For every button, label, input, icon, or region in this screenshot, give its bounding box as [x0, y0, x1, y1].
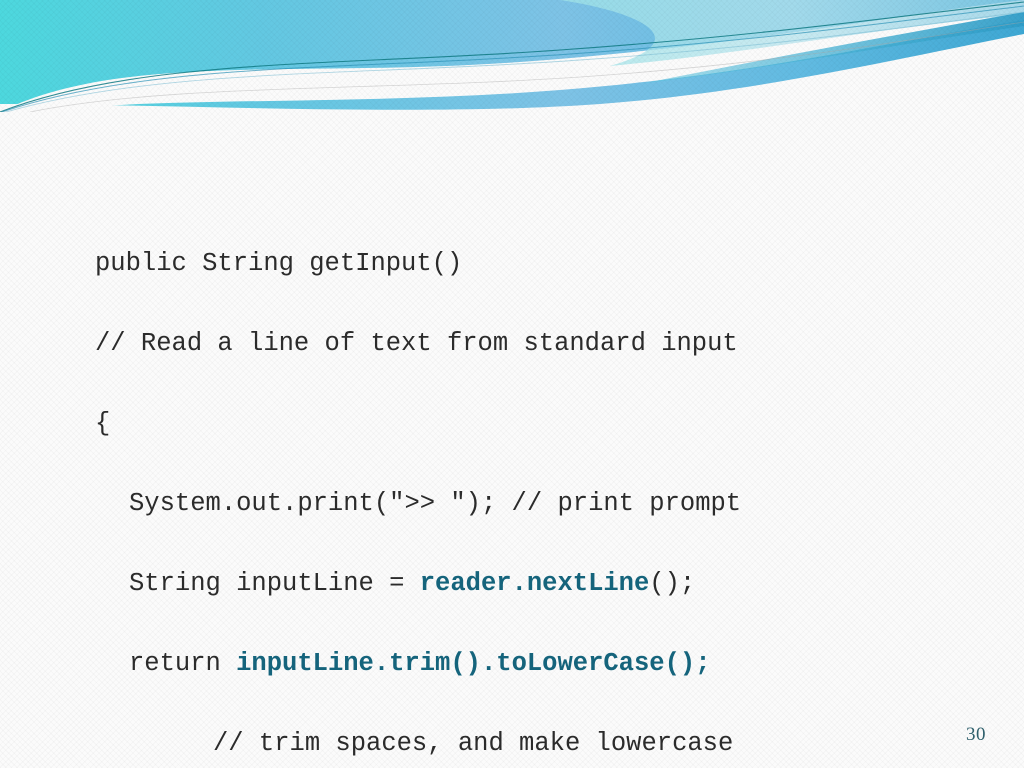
- code-line: {: [0, 404, 1024, 444]
- code-token: // trim spaces, and make lowercase: [213, 728, 734, 758]
- code-line: // Read a line of text from standard inp…: [0, 324, 1024, 364]
- header-banner-decoration: [0, 0, 1024, 112]
- code-line: String inputLine = reader.nextLine();: [0, 564, 1024, 604]
- code-token-highlighted: reader.nextLine: [419, 568, 650, 598]
- code-line: System.out.print(">> "); // print prompt: [0, 484, 1024, 524]
- code-token: return: [129, 648, 237, 678]
- code-line: return inputLine.trim().toLowerCase();: [0, 644, 1024, 684]
- code-token: System.out.print(">> "); // print prompt: [129, 488, 742, 518]
- code-token: public String getInput(): [95, 248, 463, 278]
- code-token: {: [95, 408, 111, 438]
- code-line: public String getInput(): [0, 244, 1024, 284]
- code-line: // trim spaces, and make lowercase: [0, 724, 1024, 764]
- slide: public String getInput() // Read a line …: [0, 0, 1024, 768]
- code-token: // Read a line of text from standard inp…: [95, 328, 738, 358]
- code-token: ();: [649, 568, 696, 598]
- code-token: String inputLine =: [129, 568, 420, 598]
- slide-page-number: 30: [966, 724, 986, 745]
- code-token-highlighted: inputLine.trim().toLowerCase();: [236, 648, 711, 678]
- code-block: public String getInput() // Read a line …: [0, 244, 1024, 768]
